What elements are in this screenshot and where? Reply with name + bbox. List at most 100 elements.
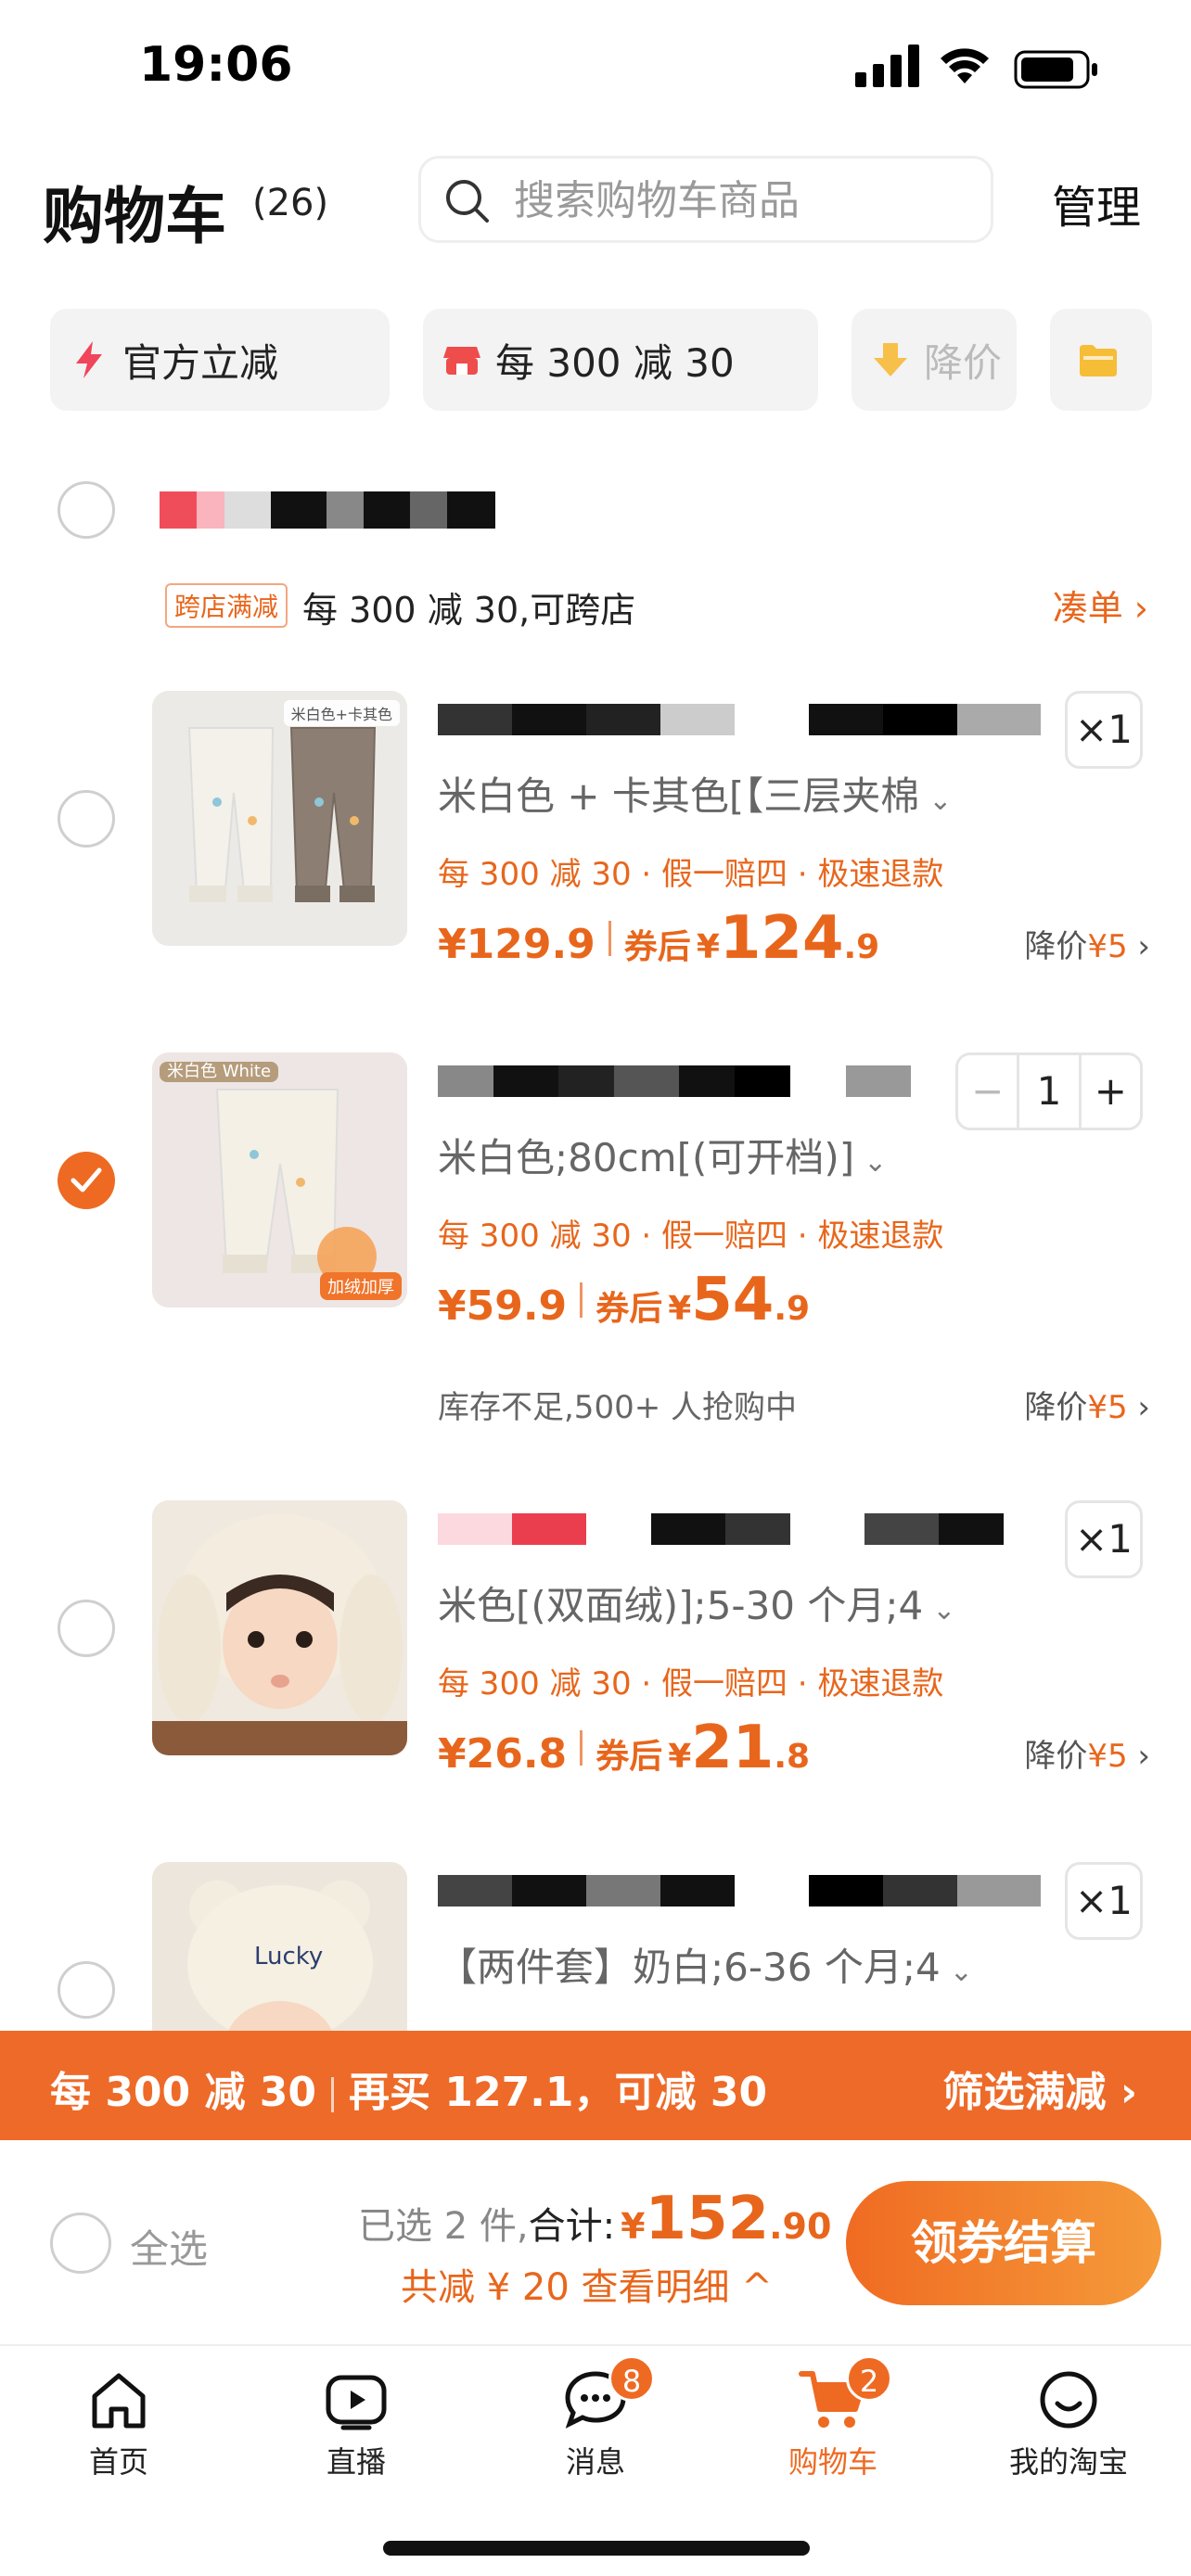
tab-label: 直播 xyxy=(326,2444,386,2480)
live-icon xyxy=(326,2375,387,2430)
product-thumbnail[interactable]: 米白色 White 加绒加厚 xyxy=(152,1052,407,1307)
drop-label: 降价 xyxy=(1024,1738,1088,1775)
price-drop[interactable]: 降价¥5 › xyxy=(1024,921,1150,966)
baby-hat-image: Lucky xyxy=(152,1862,407,2031)
checkout-bar: 全选 已选 2 件, 合计: ¥ 152 .90 共减 ¥ 20 查看明细 ^ … xyxy=(0,2140,1191,2344)
status-bar: 19:06 xyxy=(0,0,1191,139)
shop-icon xyxy=(443,347,480,375)
price-divider xyxy=(580,1730,583,1766)
tab-label: 首页 xyxy=(88,2444,148,2480)
drop-amount: ¥5 xyxy=(1087,928,1128,965)
check-icon xyxy=(70,1167,102,1192)
page-title: 购物车 xyxy=(43,181,226,252)
home-indicator[interactable] xyxy=(383,2541,810,2556)
discount-details-link[interactable]: 共减 ¥ 20 查看明细 ^ xyxy=(401,2257,773,2311)
coupon-price-int: 21 xyxy=(691,1714,775,1782)
quantity-button[interactable]: ×1 xyxy=(1065,691,1143,769)
tab-cart[interactable]: 2 购物车 xyxy=(740,2355,926,2481)
banner-rule: 每 300 减 30 xyxy=(50,2069,317,2116)
chip-300-minus-30[interactable]: 每 300 减 30 xyxy=(423,309,818,411)
filter-chips: 官方立减 每 300 减 30 降价 xyxy=(0,301,1191,440)
promo-text: 每 300 减 30,可跨店 xyxy=(302,590,636,631)
product-thumbnail[interactable] xyxy=(152,1500,407,1755)
chip-label: 降价 xyxy=(924,339,1003,386)
currency: ¥ xyxy=(696,928,720,966)
cart-item: Lucky ×1 【两件套】奶白;6-36 个月;4 ⌄ xyxy=(0,1862,1191,2031)
add-more-link[interactable]: 凑单 › xyxy=(1053,580,1148,631)
search-input[interactable] xyxy=(514,173,959,227)
item-spec[interactable]: 米白色 + 卡其色[【三层夹棉 ⌄ xyxy=(438,765,952,822)
original-price: ¥129.9 xyxy=(438,921,596,968)
tab-live[interactable]: 直播 xyxy=(263,2363,449,2481)
item-spec[interactable]: 【两件套】奶白;6-36 个月;4 ⌄ xyxy=(438,1936,973,1993)
after-coupon-label: 券后 xyxy=(596,1290,663,1328)
item-spec[interactable]: 米白色;80cm[(可开档)] ⌄ xyxy=(438,1127,887,1183)
spec-text: 【两件套】奶白;6-36 个月;4 xyxy=(438,1945,941,1990)
chip-price-drop[interactable]: 降价 xyxy=(852,309,1017,411)
currency: ¥ xyxy=(668,1290,692,1328)
item-price: ¥26.8 券后 ¥ 21 .8 xyxy=(438,1714,810,1782)
tab-messages[interactable]: 8 消息 xyxy=(503,2355,688,2481)
currency: ¥ xyxy=(668,1738,692,1776)
manage-button[interactable]: 管理 xyxy=(1052,171,1141,236)
spec-text: 米色[(双面绒)];5-30 个月;4 xyxy=(438,1583,924,1628)
search-icon xyxy=(446,180,489,223)
search-box[interactable] xyxy=(418,156,993,243)
decrease-button[interactable]: − xyxy=(958,1055,1020,1128)
tab-home[interactable]: 首页 xyxy=(26,2363,211,2481)
promo-banner[interactable]: 每 300 减 30 再买 127.1，可减 30 筛选满减 › xyxy=(0,2031,1191,2140)
chip-label: 官方立减 xyxy=(122,339,279,386)
original-price: ¥59.9 xyxy=(438,1282,568,1330)
status-time: 19:06 xyxy=(139,37,293,93)
store-checkbox[interactable] xyxy=(58,481,115,539)
item-checkbox[interactable] xyxy=(58,1600,115,1657)
price-drop[interactable]: 降价¥5 › xyxy=(1024,1382,1150,1427)
chevron-down-icon: ⌄ xyxy=(864,1146,888,1179)
after-coupon-label: 券后 xyxy=(623,928,691,966)
filter-discount-link[interactable]: 筛选满减 › xyxy=(943,2059,1137,2118)
promo-tag: 跨店满减 xyxy=(165,583,288,628)
quantity-button[interactable]: ×1 xyxy=(1065,1500,1143,1578)
drop-amount: ¥5 xyxy=(1087,1738,1128,1775)
drop-amount: ¥5 xyxy=(1087,1389,1128,1426)
item-checkbox[interactable] xyxy=(58,790,115,848)
cart-item: ×1 米色[(双面绒)];5-30 个月;4 ⌄ 每 300 减 30 · 假一赔… xyxy=(0,1500,1191,1862)
total-summary: 已选 2 件, 合计: ¥ 152 .90 xyxy=(358,2185,831,2253)
item-spec[interactable]: 米色[(双面绒)];5-30 个月;4 ⌄ xyxy=(438,1575,955,1631)
after-coupon-label: 券后 xyxy=(596,1738,663,1776)
item-title-redacted xyxy=(438,1065,911,1097)
total-dec: .90 xyxy=(769,2206,832,2247)
store-promo: 跨店满减 每 300 减 30,可跨店 凑单 › xyxy=(165,580,1148,635)
item-title-redacted xyxy=(438,704,1041,735)
increase-button[interactable]: + xyxy=(1078,1055,1140,1128)
select-all-checkbox[interactable] xyxy=(50,2213,111,2274)
chip-official-discount[interactable]: 官方立减 xyxy=(50,309,390,411)
folder-icon xyxy=(1080,345,1117,376)
original-price: ¥26.8 xyxy=(438,1730,568,1778)
cart-badge: 2 xyxy=(846,2355,892,2402)
select-all-label[interactable]: 全选 xyxy=(130,2218,208,2275)
tab-profile[interactable]: 我的淘宝 xyxy=(976,2363,1161,2481)
quantity-value[interactable]: 1 xyxy=(1019,1055,1078,1128)
product-thumbnail[interactable]: Lucky xyxy=(152,1862,407,2031)
price-drop[interactable]: 降价¥5 › xyxy=(1024,1730,1150,1776)
checkout-button[interactable]: 领券结算 xyxy=(846,2181,1161,2305)
chip-folder[interactable] xyxy=(1050,309,1152,411)
coupon-price-dec: .9 xyxy=(843,928,880,966)
quantity-stepper[interactable]: − 1 + xyxy=(955,1052,1143,1130)
chevron-down-icon: ⌄ xyxy=(928,784,953,817)
coupon-price-dec: .8 xyxy=(774,1738,811,1776)
cart-count: (26) xyxy=(252,182,329,224)
thumb-tag: 米白色+卡其色 xyxy=(283,700,400,726)
quantity-button[interactable]: ×1 xyxy=(1065,1862,1143,1940)
item-checkbox[interactable] xyxy=(58,1961,115,2019)
home-icon xyxy=(92,2373,146,2429)
item-title-redacted xyxy=(438,1513,1004,1545)
item-checkbox-checked[interactable] xyxy=(58,1152,115,1209)
product-thumbnail[interactable]: 米白色+卡其色 xyxy=(152,691,407,946)
svg-text:Lucky: Lucky xyxy=(254,1943,323,1970)
cellular-signal-icon xyxy=(855,45,919,87)
banner-divider xyxy=(331,2077,335,2112)
item-price: ¥59.9 券后 ¥ 54 .9 xyxy=(438,1266,810,1334)
thumb-tag: 米白色 White xyxy=(160,1062,279,1082)
